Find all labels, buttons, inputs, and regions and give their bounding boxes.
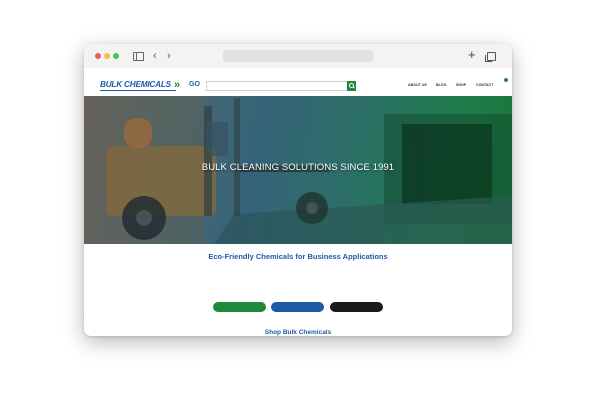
- cta-button-green[interactable]: [213, 302, 266, 312]
- address-bar[interactable]: [223, 50, 373, 62]
- nav-contact[interactable]: CONTACT: [476, 82, 493, 88]
- logo-arrows-icon: »: [174, 79, 180, 91]
- hero-banner: BULK CLEANING SOLUTIONS SINCE 1991: [84, 96, 512, 244]
- browser-window: ‹ › + BULK CHEMICALS » GO ABOUT US BLOG …: [84, 44, 512, 336]
- forward-icon[interactable]: ›: [167, 49, 171, 63]
- cart-icon[interactable]: [504, 78, 508, 85]
- back-icon[interactable]: ‹: [153, 49, 157, 63]
- close-window-button[interactable]: [95, 53, 101, 59]
- maximize-window-button[interactable]: [113, 53, 119, 59]
- nav-blog[interactable]: BLOG: [436, 82, 446, 88]
- site-header: BULK CHEMICALS » GO ABOUT US BLOG SHOP C…: [84, 74, 512, 96]
- shop-section-title: Shop Bulk Chemicals: [264, 329, 332, 336]
- hero-title: BULK CLEANING SOLUTIONS SINCE 1991: [201, 162, 395, 173]
- tabs-icon[interactable]: [485, 52, 496, 62]
- nav-shop[interactable]: SHOP: [456, 82, 466, 88]
- cta-button-blue[interactable]: [271, 302, 324, 312]
- site-logo[interactable]: BULK CHEMICALS » GO: [100, 79, 202, 91]
- new-tab-icon[interactable]: +: [468, 48, 476, 62]
- search-input[interactable]: [206, 81, 356, 91]
- minimize-window-button[interactable]: [104, 53, 110, 59]
- browser-toolbar: ‹ › +: [84, 44, 512, 69]
- nav-about-us[interactable]: ABOUT US: [408, 82, 427, 88]
- search-icon[interactable]: [347, 81, 356, 91]
- cta-button-black[interactable]: [330, 302, 383, 312]
- sidebar-icon[interactable]: [133, 52, 144, 61]
- intro-title: Eco-Friendly Chemicals for Business Appl…: [208, 252, 388, 261]
- logo-wordmark: BULK CHEMICALS: [100, 80, 176, 91]
- logo-suffix: GO: [189, 81, 200, 88]
